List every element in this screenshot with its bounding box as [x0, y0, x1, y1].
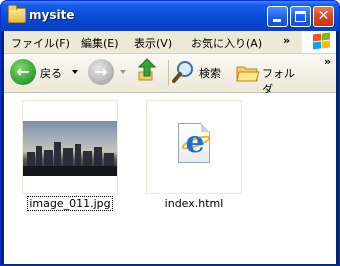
file-list-view[interactable]: image_011.jpg e index.html: [4, 93, 336, 264]
file-thumbnail-image[interactable]: [22, 100, 118, 194]
back-arrow-icon: ←: [10, 59, 36, 85]
close-button[interactable]: ✕: [313, 6, 334, 27]
forward-button[interactable]: →: [86, 58, 130, 88]
file-thumbnail-html[interactable]: e: [146, 100, 242, 194]
back-dropdown-icon[interactable]: [72, 70, 78, 74]
city-skyline-photo: [23, 121, 117, 176]
file-name-html[interactable]: index.html: [146, 197, 242, 210]
menu-view[interactable]: 表示(V): [134, 35, 172, 51]
menu-favorites[interactable]: お気に入り(A): [191, 35, 262, 51]
folders-button[interactable]: フォルダ: [234, 58, 300, 96]
search-button[interactable]: 検索: [172, 58, 232, 88]
window-title: mysite: [29, 8, 75, 22]
minimize-button[interactable]: [267, 6, 288, 27]
windows-logo-icon: [302, 31, 336, 53]
search-label: 検索: [199, 67, 221, 80]
menu-file[interactable]: ファイル(F): [11, 35, 70, 51]
html-document-icon: e: [178, 123, 212, 163]
close-icon: ✕: [317, 8, 330, 24]
folders-icon: [236, 66, 260, 82]
maximize-icon: [295, 11, 306, 22]
minimize-icon: [273, 19, 281, 22]
up-folder-button[interactable]: [136, 58, 164, 88]
back-label: 戻る: [40, 67, 62, 80]
internet-explorer-icon: e: [185, 125, 205, 160]
back-button[interactable]: ← 戻る: [8, 58, 82, 88]
file-name-image[interactable]: image_011.jpg: [22, 196, 118, 211]
explorer-window: mysite ✕ ファイル(F) 編集(E) 表示(V) お気に入り(A) »: [0, 0, 340, 266]
toolbar-separator: [168, 60, 169, 86]
folder-icon: [8, 5, 26, 23]
title-bar[interactable]: mysite ✕: [1, 1, 339, 31]
menu-bar: ファイル(F) 編集(E) 表示(V) お気に入り(A) »: [4, 31, 336, 54]
standard-toolbar: ← 戻る → 検索 フォルダ »: [4, 54, 336, 96]
menu-edit[interactable]: 編集(E): [81, 35, 119, 51]
menu-overflow-chevron[interactable]: »: [283, 34, 290, 47]
forward-arrow-icon: →: [88, 59, 114, 85]
up-arrow-icon: [137, 58, 157, 81]
maximize-button[interactable]: [290, 6, 311, 27]
forward-dropdown-icon[interactable]: [120, 70, 126, 74]
window-client: ファイル(F) 編集(E) 表示(V) お気に入り(A) » ← 戻る → 検索…: [4, 31, 336, 264]
search-icon: [172, 61, 193, 83]
toolbar-overflow-chevron[interactable]: »: [324, 55, 331, 68]
